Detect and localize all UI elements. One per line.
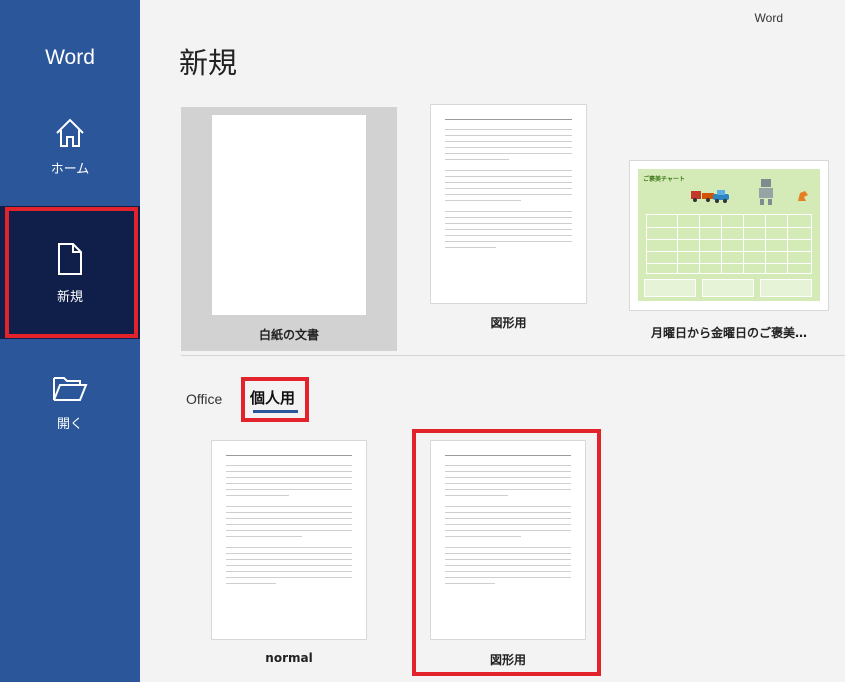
chart-grid xyxy=(646,214,812,274)
template-label: 図形用 xyxy=(490,316,527,330)
sidebar: Word ホーム 新規 開く xyxy=(0,0,140,682)
chart-preview: ご褒美チャート xyxy=(638,169,820,301)
home-icon xyxy=(53,116,87,154)
template-thumbnail xyxy=(430,104,587,304)
template-shapes[interactable]: 図形用 xyxy=(430,104,587,334)
sidebar-item-open[interactable]: 開く xyxy=(0,366,140,446)
page-title: 新規 xyxy=(179,46,238,80)
car-icon xyxy=(713,190,729,203)
sidebar-item-label: 新規 xyxy=(56,290,83,305)
sidebar-item-label: ホーム xyxy=(50,162,90,177)
template-label: 月曜日から金曜日のご褒美… xyxy=(650,326,807,340)
template-reward-chart-caption-wrap: 月曜日から金曜日のご褒美… xyxy=(629,324,829,344)
tab-selected-indicator xyxy=(253,410,298,413)
chart-note-box xyxy=(644,279,696,297)
chart-preview-title: ご褒美チャート xyxy=(643,176,685,183)
template-shapes-personal[interactable]: 図形用 xyxy=(430,440,586,670)
template-label: 図形用 xyxy=(489,653,526,667)
chart-note-box xyxy=(702,279,754,297)
chart-note-box xyxy=(760,279,812,297)
tab-office[interactable]: Office xyxy=(186,391,222,407)
tab-personal[interactable]: 個人用 xyxy=(250,387,295,408)
app-name: Word xyxy=(45,46,95,69)
sidebar-item-home[interactable]: ホーム xyxy=(0,108,140,188)
top-app-label: Word xyxy=(754,11,783,25)
section-divider xyxy=(181,355,845,356)
template-thumbnail xyxy=(211,440,367,640)
template-label: normal xyxy=(265,651,313,665)
template-thumbnail xyxy=(212,115,366,315)
sidebar-item-label: 開く xyxy=(56,417,83,432)
robot-icon xyxy=(759,179,773,205)
template-normal[interactable]: normal xyxy=(211,440,367,670)
template-label: 白紙の文書 xyxy=(258,328,319,342)
template-thumbnail xyxy=(430,440,586,640)
template-thumbnail: ご褒美チャート xyxy=(629,160,829,311)
template-blank-document[interactable]: 白紙の文書 xyxy=(181,107,397,351)
open-folder-icon xyxy=(52,374,88,408)
sidebar-item-new[interactable]: 新規 xyxy=(0,206,140,339)
new-document-icon xyxy=(56,242,84,280)
dinosaur-icon xyxy=(798,191,808,201)
